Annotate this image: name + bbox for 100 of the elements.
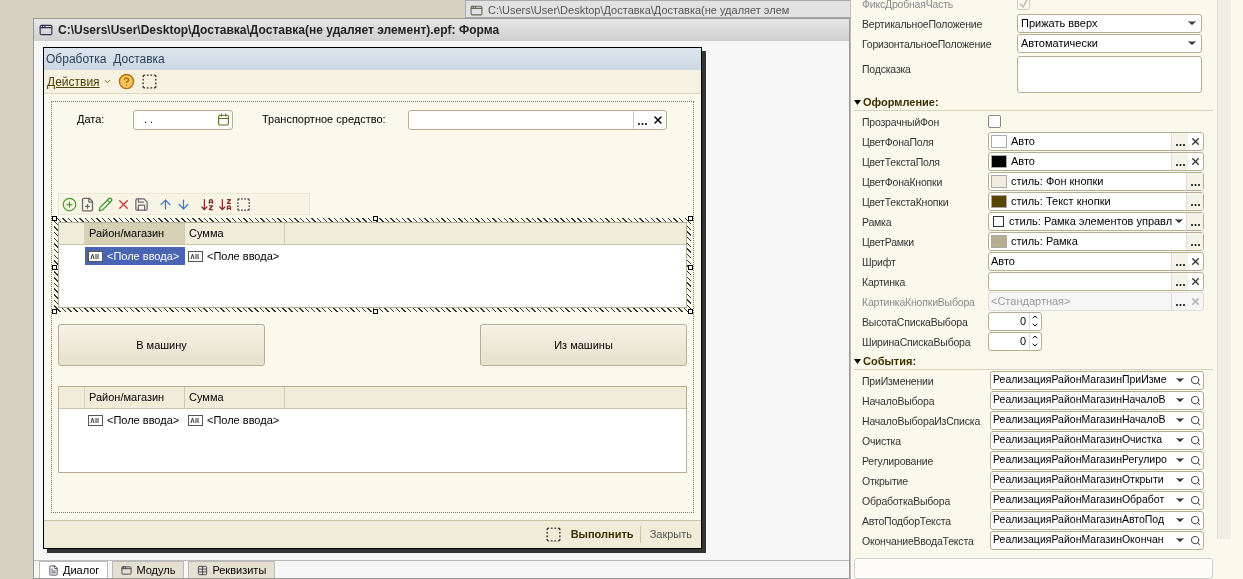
- resize-handle[interactable]: [688, 265, 693, 270]
- search-icon[interactable]: [1190, 394, 1201, 406]
- ellipsis-button[interactable]: [633, 110, 650, 129]
- color-field[interactable]: стиль: Текст кнопки: [988, 191, 1204, 211]
- resize-handle[interactable]: [688, 309, 693, 314]
- column-header[interactable]: Сумма: [185, 387, 285, 408]
- table[interactable]: Район/магазин Сумма <Поле ввода> <Поле ввода>: [58, 386, 687, 473]
- form-button[interactable]: Из машины: [480, 324, 687, 366]
- color-field[interactable]: стиль: Рамка: [988, 231, 1204, 251]
- color-field[interactable]: стиль: Фон кнопки: [988, 171, 1204, 191]
- table-cell[interactable]: <Поле ввода>: [185, 247, 285, 265]
- frame-field[interactable]: стиль: Рамка элементов управл: [988, 211, 1204, 231]
- footer-button[interactable]: Выполнить: [567, 526, 641, 543]
- expand-icon[interactable]: [854, 98, 861, 106]
- spin-field[interactable]: 0: [988, 311, 1042, 331]
- table[interactable]: Район/магазин Сумма <Поле ввода> <Поле ввода>: [58, 222, 687, 308]
- date-field[interactable]: . .: [133, 109, 233, 130]
- ellipsis-button[interactable]: [1171, 152, 1188, 170]
- event-field[interactable]: РеализацияРайонМагазинНачалоВ: [990, 390, 1204, 410]
- event-field[interactable]: РеализацияРайонМагазинНачалоВ: [990, 410, 1204, 430]
- event-field[interactable]: РеализацияРайонМагазинОбработ: [990, 490, 1204, 510]
- pencil-icon[interactable]: [98, 196, 113, 212]
- clear-icon[interactable]: [1190, 255, 1201, 267]
- column-header[interactable]: Район/магазин: [85, 387, 185, 408]
- ellipsis-button[interactable]: [1171, 272, 1188, 290]
- add-icon[interactable]: [62, 196, 77, 212]
- property-label: Подсказка: [862, 63, 911, 75]
- spin-arrows-icon[interactable]: [1029, 333, 1040, 349]
- clear-icon[interactable]: [1190, 275, 1201, 287]
- ellipsis-button[interactable]: [1171, 132, 1188, 150]
- expand-icon[interactable]: [854, 357, 861, 365]
- color-field[interactable]: Авто: [988, 151, 1204, 171]
- resize-handle[interactable]: [688, 216, 693, 221]
- section-header[interactable]: Оформление:: [854, 94, 1213, 111]
- clear-icon[interactable]: [1190, 135, 1201, 147]
- tab[interactable]: Диалог: [39, 561, 109, 578]
- ellipsis-button[interactable]: [1186, 212, 1203, 230]
- copy-icon[interactable]: [80, 196, 95, 212]
- text-field[interactable]: Авто: [988, 251, 1204, 271]
- arrow-down-icon[interactable]: [176, 196, 191, 212]
- scrollbar[interactable]: [1217, 0, 1231, 539]
- vehicle-field[interactable]: [408, 109, 667, 130]
- event-field[interactable]: РеализацияРайонМагазинАвтоПод: [990, 510, 1204, 530]
- search-icon[interactable]: [1190, 434, 1201, 446]
- sort-descending-icon[interactable]: [218, 196, 233, 212]
- section-header[interactable]: События:: [854, 353, 1213, 370]
- calendar-icon[interactable]: [217, 113, 230, 126]
- dotted-square-icon[interactable]: [236, 196, 251, 212]
- resize-handle[interactable]: [372, 309, 378, 314]
- dotted-square-icon[interactable]: [544, 526, 562, 543]
- table-cell[interactable]: <Поле ввода>: [85, 411, 185, 429]
- search-icon[interactable]: [1190, 374, 1201, 386]
- event-field[interactable]: РеализацияРайонМагазинОчистка: [990, 430, 1204, 450]
- background-window[interactable]: C:\Users\User\Desktop\Доставка\Доставка(не удаляет элем: [465, 0, 850, 18]
- event-field[interactable]: РеализацияРайонМагазинОкончан: [990, 530, 1204, 550]
- ellipsis-button[interactable]: [1186, 172, 1203, 190]
- property-label: ЦветРамки: [862, 236, 914, 248]
- table-cell[interactable]: <Поле ввода>: [185, 411, 285, 429]
- tab[interactable]: Модуль: [112, 561, 185, 578]
- table-cell[interactable]: <Поле ввода>: [85, 247, 185, 265]
- search-icon[interactable]: [1190, 474, 1201, 486]
- color-field[interactable]: Авто: [988, 131, 1204, 151]
- search-icon[interactable]: [1190, 494, 1201, 506]
- resize-handle[interactable]: [372, 216, 378, 221]
- search-icon[interactable]: [1190, 454, 1201, 466]
- spin-arrows-icon[interactable]: [1029, 313, 1040, 329]
- search-icon[interactable]: [1190, 534, 1201, 546]
- property-label: ОбработкаВыбора: [862, 495, 951, 507]
- property-label: ПрозрачныйФон: [862, 116, 940, 128]
- column-header[interactable]: Район/магазин: [85, 223, 185, 244]
- tab[interactable]: Реквизиты: [188, 561, 276, 578]
- clear-icon[interactable]: [1190, 155, 1201, 167]
- select-field[interactable]: Прижать вверх: [1017, 13, 1202, 33]
- actions-menu[interactable]: Действия: [47, 72, 112, 91]
- spin-field[interactable]: 0: [988, 331, 1042, 351]
- ellipsis-button[interactable]: [1171, 252, 1188, 270]
- resize-handle[interactable]: [52, 216, 57, 221]
- ellipsis-button[interactable]: [1186, 232, 1203, 250]
- search-icon[interactable]: [1190, 514, 1201, 526]
- form-button[interactable]: В машину: [58, 324, 265, 366]
- form-icon: [470, 3, 483, 17]
- dotted-square-icon[interactable]: [140, 73, 158, 90]
- event-field[interactable]: РеализацияРайонМагазинРегулиро: [990, 450, 1204, 470]
- footer-button[interactable]: Закрыть: [646, 526, 695, 543]
- help-icon[interactable]: [117, 73, 135, 90]
- table-icon: [197, 564, 209, 576]
- sort-ascending-icon[interactable]: [200, 196, 215, 212]
- column-header[interactable]: Сумма: [185, 223, 285, 244]
- select-field[interactable]: Автоматически: [1017, 33, 1202, 53]
- clear-icon[interactable]: [652, 113, 664, 126]
- text-field-icon: [188, 250, 203, 262]
- search-icon[interactable]: [1190, 414, 1201, 426]
- event-field[interactable]: РеализацияРайонМагазинПриИзме: [990, 370, 1204, 390]
- text-field[interactable]: [988, 271, 1204, 291]
- event-field[interactable]: РеализацияРайонМагазинОткрыти: [990, 470, 1204, 490]
- save-icon[interactable]: [134, 196, 149, 212]
- checkbox[interactable]: [988, 114, 1001, 128]
- resize-handle[interactable]: [52, 309, 57, 314]
- ellipsis-button[interactable]: [1186, 192, 1203, 210]
- resize-handle[interactable]: [52, 265, 57, 270]
